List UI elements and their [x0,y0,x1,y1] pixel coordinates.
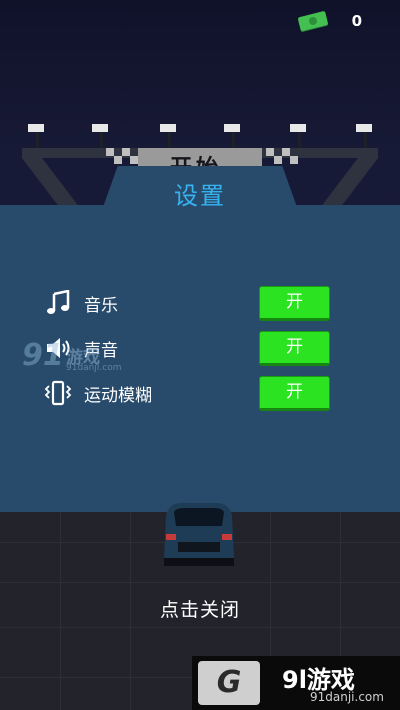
motion-blur-toggle-button[interactable]: 开 [259,376,330,411]
money-value: 0 [351,12,362,30]
money-display: 0 [296,8,392,36]
row-label-motion-blur: 运动模糊 [84,386,152,406]
watermark-url: 91danji.com [66,363,122,373]
game-scene: 0 开始 [0,0,400,710]
watermark-logo: G [198,661,260,705]
music-note-icon [47,290,70,314]
panel-title: 设置 [174,182,226,210]
settings-row-music: 音乐 开 [44,286,344,321]
close-prompt[interactable]: 点击关闭 [0,595,400,622]
settings-row-motion-blur: 运动模糊 开 [44,376,344,411]
watermark-number: 91 [22,338,64,373]
vibration-icon [44,380,72,406]
player-car [164,503,234,566]
sound-toggle-button[interactable]: 开 [259,331,330,366]
row-label-music: 音乐 [84,296,118,316]
watermark-bottom-url: 91danji.com [310,690,384,704]
watermark-bottom: G 9l游戏 91danji.com [192,656,400,710]
cash-icon [298,11,328,32]
watermark-left: 91 游戏 91danji.com [22,338,122,380]
music-toggle-button[interactable]: 开 [259,286,330,321]
